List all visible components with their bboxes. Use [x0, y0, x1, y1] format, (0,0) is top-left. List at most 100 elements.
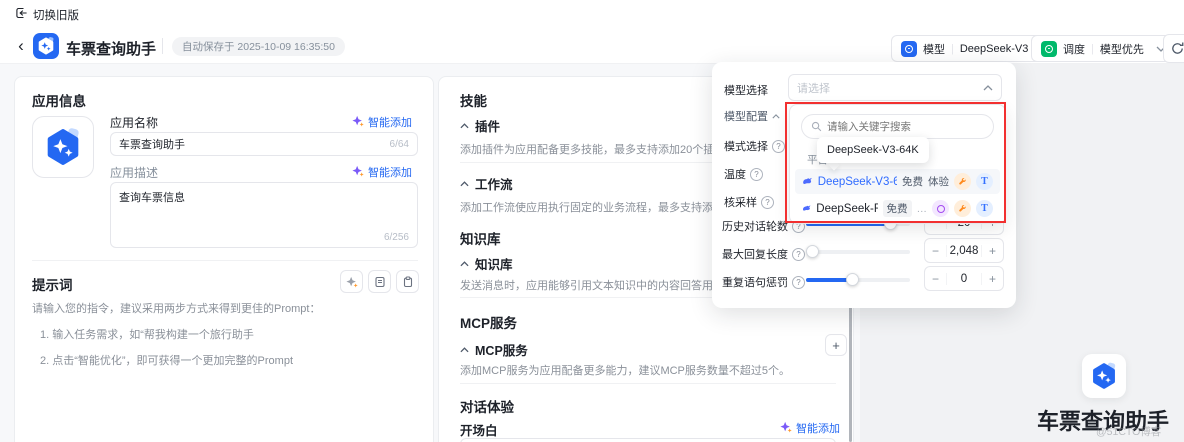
- chevron-up-icon: [460, 260, 469, 266]
- help-icon: ?: [761, 195, 774, 209]
- prompt-optimize-button[interactable]: [340, 270, 363, 293]
- model-pill-value: DeepSeek-V3: [959, 42, 1029, 55]
- exit-icon: [14, 6, 28, 23]
- app-name-input[interactable]: [119, 138, 390, 150]
- plus-button[interactable]: +: [982, 244, 1003, 258]
- app-name-counter: 6/64: [389, 138, 409, 150]
- chevron-up-icon: [983, 82, 993, 94]
- function-call-icon: [954, 200, 971, 217]
- opening-input[interactable]: [460, 438, 836, 442]
- minus-button[interactable]: −: [925, 272, 946, 286]
- preview-app-icon: [1082, 354, 1126, 398]
- text-capability-icon: T: [976, 200, 993, 217]
- max-length-slider-rail[interactable]: [806, 250, 910, 254]
- help-icon: ?: [792, 247, 805, 261]
- deepseek-whale-icon: [803, 177, 812, 184]
- prompt-title: 提示词: [32, 278, 73, 293]
- switch-old-version-link[interactable]: 切换旧版: [14, 6, 79, 23]
- model-select-label: 模型选择: [724, 85, 768, 97]
- workflow-collapse-row[interactable]: 工作流: [460, 174, 513, 193]
- model-option-name: DeepSeek-R1-...: [816, 202, 877, 215]
- switch-old-version-label: 切换旧版: [33, 9, 79, 22]
- document-icon: [374, 276, 385, 287]
- autosave-badge: 自动保存于 2025-10-09 16:35:50: [172, 37, 345, 56]
- utility-bar: [0, 0, 1184, 28]
- refresh-button[interactable]: [1163, 34, 1184, 63]
- help-icon: ?: [792, 275, 805, 289]
- app-logo-icon: [33, 33, 59, 59]
- chevron-up-icon: [460, 122, 469, 128]
- help-icon: ?: [750, 167, 763, 181]
- mcp-desc: 添加MCP服务为应用配备更多能力，建议MCP服务数量不超过5个。: [460, 365, 791, 377]
- plugin-collapse-row[interactable]: 插件: [460, 116, 500, 135]
- max-length-stepper: − 2,048 +: [924, 238, 1004, 263]
- add-mcp-button[interactable]: +: [825, 334, 847, 356]
- back-button[interactable]: ‹: [14, 36, 28, 56]
- chevron-up-icon: [460, 180, 469, 186]
- refresh-icon: [1172, 42, 1184, 54]
- max-length-label: 最大回复长度?: [722, 246, 805, 262]
- knowledge-collapse-row[interactable]: 知识库: [460, 254, 513, 273]
- model-select-dropdown[interactable]: 请选择: [788, 74, 1002, 101]
- model-icon: [901, 40, 917, 57]
- model-config-collapse[interactable]: 模型配置: [724, 108, 780, 124]
- model-option-deepseek-v3[interactable]: DeepSeek-V3-64K 免费 体验 T: [795, 169, 1000, 194]
- prompt-placeholder-line2: 1. 输入任务需求，如“帮我构建一个旅行助手: [40, 329, 254, 341]
- prompt-template-button[interactable]: [368, 270, 391, 293]
- prompt-placeholder-line1: 请输入您的指令，建议采用两步方式来得到更佳的Prompt：: [32, 303, 321, 315]
- prompt-placeholder-line3: 2. 点击“智能优化”，即可获得一个更加完整的Prompt: [40, 355, 294, 367]
- sparkle-icon: [352, 115, 364, 130]
- trial-tag: 体验: [928, 176, 949, 188]
- more-tag: …: [916, 202, 928, 215]
- chat-exp-title: 对话体验: [460, 400, 514, 415]
- text-capability-icon: T: [976, 173, 993, 190]
- smart-add-opening-link[interactable]: 智能添加: [780, 420, 840, 436]
- free-tag: 免费: [902, 176, 923, 188]
- search-icon: [811, 121, 822, 132]
- smart-add-name-link[interactable]: 智能添加: [352, 114, 412, 130]
- watermark: @51CTO博客: [1096, 426, 1162, 438]
- opening-label: 开场白: [460, 424, 498, 438]
- knowledge-title: 知识库: [460, 232, 501, 247]
- dispatch-icon: [1041, 40, 1057, 57]
- penalty-value[interactable]: 0: [946, 272, 982, 285]
- model-search-input[interactable]: [827, 120, 984, 133]
- app-name-label: 应用名称: [110, 116, 159, 130]
- clipboard-icon: [403, 275, 412, 287]
- max-length-value[interactable]: 2,048: [946, 244, 982, 257]
- app-avatar[interactable]: [32, 116, 94, 178]
- dispatch-pill-label: 调度: [1063, 43, 1085, 56]
- app-desc-label: 应用描述: [110, 166, 159, 180]
- model-tooltip: DeepSeek-V3-64K: [817, 137, 929, 163]
- prompt-copy-button[interactable]: [396, 270, 419, 293]
- model-search-box: [801, 114, 994, 139]
- app-builder-page: 切换旧版 ‹ 车票查询助手 自动保存于 2025-10-09 16:35:50 …: [0, 0, 1184, 442]
- page-title: 车票查询助手: [66, 41, 157, 58]
- plus-button[interactable]: +: [982, 272, 1003, 286]
- minus-button[interactable]: −: [925, 244, 946, 258]
- model-option-deepseek-r1[interactable]: DeepSeek-R1-... 免费 … T: [795, 196, 1000, 221]
- smart-add-desc-link[interactable]: 智能添加: [352, 164, 412, 180]
- help-icon: ?: [772, 139, 785, 153]
- app-desc-textarea-wrap: 查询车票信息 6/256: [110, 182, 418, 248]
- top-p-label: 核采样?: [724, 194, 774, 210]
- model-option-name: DeepSeek-V3-64K: [817, 175, 897, 188]
- model-select-placeholder: 请选择: [797, 82, 830, 95]
- mcp-title: MCP服务: [460, 316, 517, 331]
- app-desc-counter: 6/256: [383, 232, 409, 243]
- free-tag: 免费: [882, 200, 912, 217]
- mode-select-label: 模式选择?: [724, 138, 785, 154]
- penalty-label: 重复语句惩罚?: [722, 274, 805, 290]
- skills-title: 技能: [460, 94, 487, 109]
- app-desc-textarea[interactable]: 查询车票信息: [111, 183, 417, 227]
- function-call-icon: [954, 173, 971, 190]
- penalty-stepper: − 0 +: [924, 266, 1004, 291]
- reasoning-icon: [932, 200, 949, 217]
- penalty-slider-thumb[interactable]: [846, 273, 859, 286]
- chevron-up-icon: [460, 346, 469, 352]
- dispatch-selector-pill[interactable]: 调度 | 模型优先: [1031, 35, 1176, 62]
- app-name-input-wrap: 6/64: [110, 132, 418, 156]
- sparkle-icon: [345, 276, 358, 287]
- max-length-slider-thumb[interactable]: [806, 245, 819, 258]
- mcp-collapse-row[interactable]: MCP服务: [460, 340, 528, 359]
